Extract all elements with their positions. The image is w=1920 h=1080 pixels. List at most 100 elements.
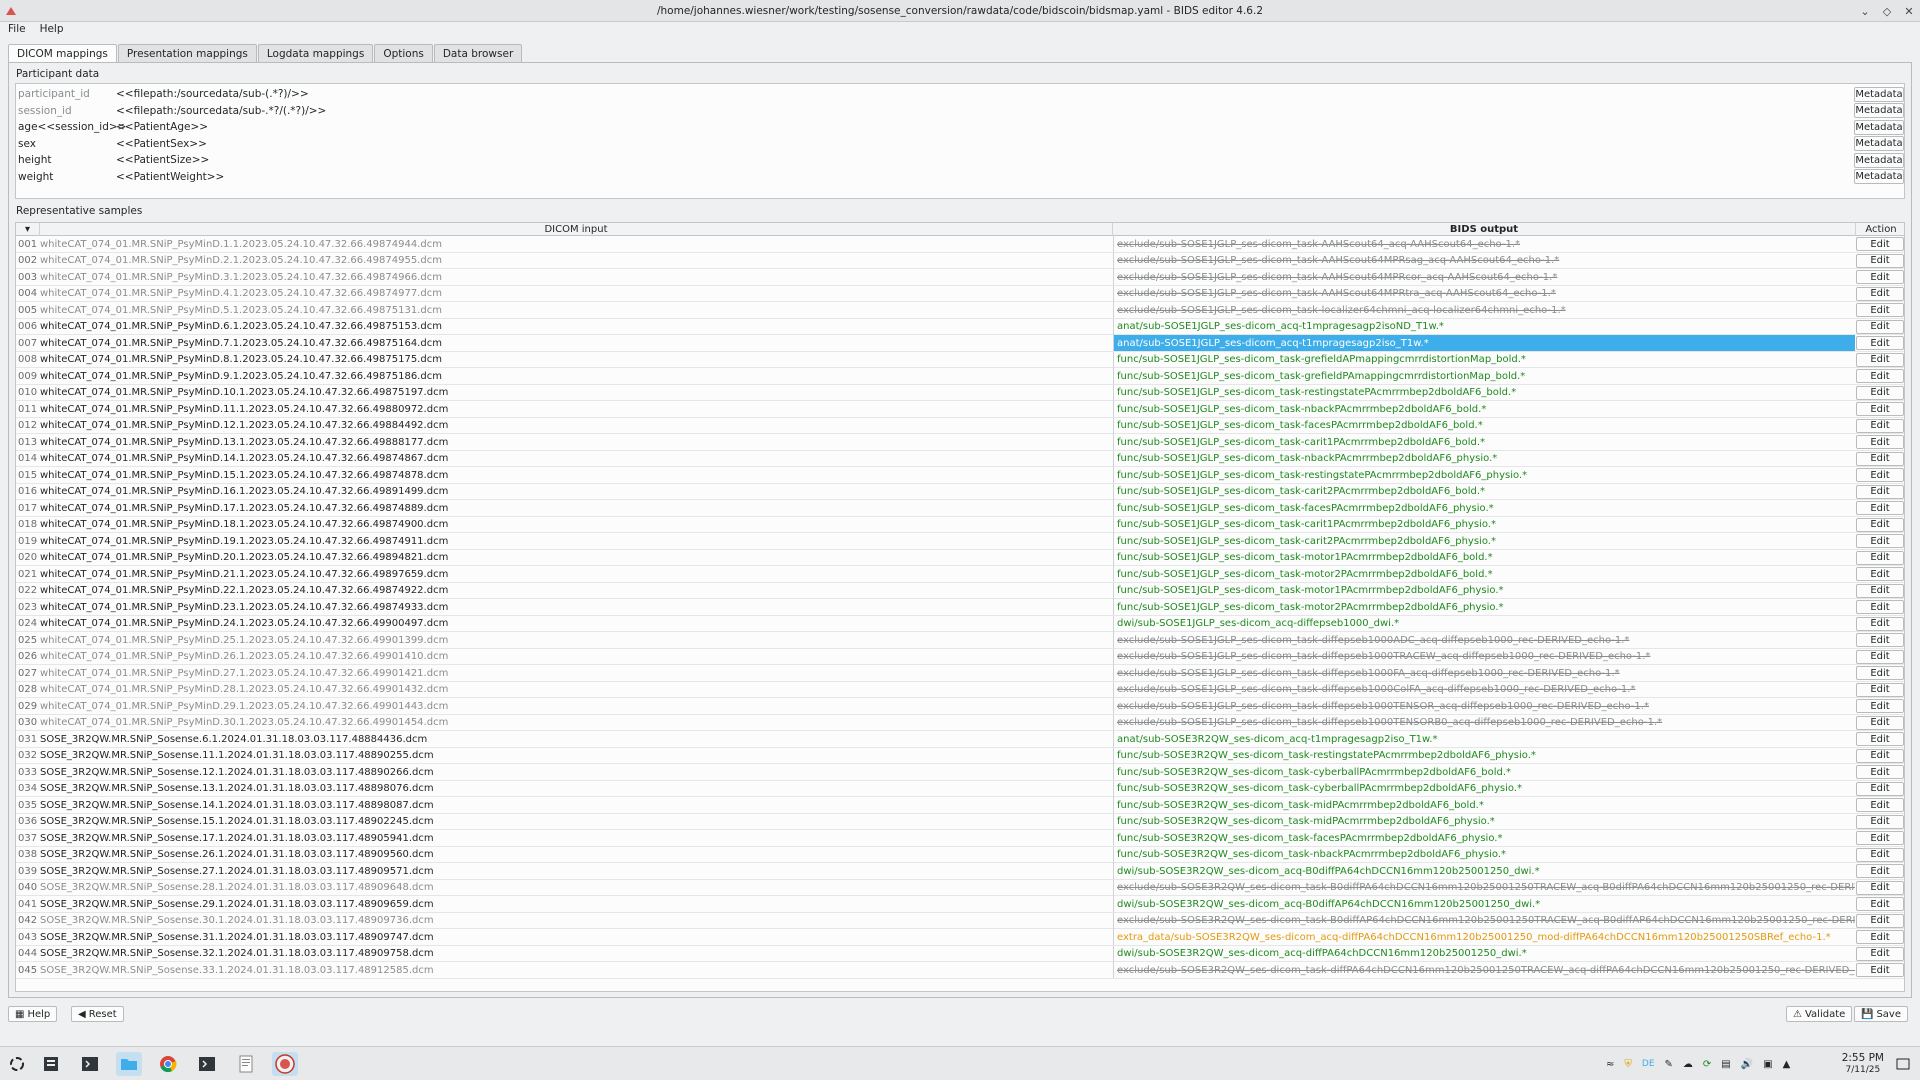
table-row[interactable]: 019 whiteCAT_074_01.MR.SNiP_PsyMinD.19.1.…	[16, 533, 1904, 550]
tab-logdata-mappings[interactable]: Logdata mappings	[257, 44, 374, 62]
participant-value[interactable]: <<filepath:/sourcedata/sub-.*?/(.*?)/>>	[116, 105, 326, 117]
bids-output-cell[interactable]: exclude/sub-SOSE3R2QW_ses-dicom_task-dif…	[1113, 962, 1855, 978]
bids-output-cell[interactable]: func/sub-SOSE3R2QW_ses-dicom_task-midPAc…	[1113, 797, 1855, 813]
table-row[interactable]: 028 whiteCAT_074_01.MR.SNiP_PsyMinD.28.1.…	[16, 681, 1904, 698]
show-desktop-icon[interactable]	[1890, 1052, 1916, 1076]
edit-button[interactable]: Edit	[1856, 765, 1904, 779]
bids-output-cell[interactable]: dwi/sub-SOSE1JGLP_ses-dicom_acq-diffepse…	[1113, 615, 1855, 632]
table-row[interactable]: 029 whiteCAT_074_01.MR.SNiP_PsyMinD.29.1.…	[16, 698, 1904, 715]
bids-output-cell[interactable]: dwi/sub-SOSE3R2QW_ses-dicom_acq-B0diffPA…	[1113, 863, 1855, 879]
table-row[interactable]: 010 whiteCAT_074_01.MR.SNiP_PsyMinD.10.1.…	[16, 384, 1904, 401]
table-row[interactable]: 015 whiteCAT_074_01.MR.SNiP_PsyMinD.15.1.…	[16, 467, 1904, 484]
edit-button[interactable]: Edit	[1856, 913, 1904, 928]
edit-button[interactable]: Edit	[1856, 682, 1904, 697]
table-row[interactable]: 013 whiteCAT_074_01.MR.SNiP_PsyMinD.13.1.…	[16, 434, 1904, 451]
edit-button[interactable]: Edit	[1856, 534, 1904, 548]
edit-button[interactable]: Edit	[1856, 369, 1904, 383]
edit-button[interactable]: Edit	[1856, 319, 1904, 334]
menu-help[interactable]: Help	[40, 23, 64, 35]
table-row[interactable]: 032 SOSE_3R2QW.MR.SNiP_Sosense.11.1.2024.…	[16, 747, 1904, 764]
table-row[interactable]: 043 SOSE_3R2QW.MR.SNiP_Sosense.31.1.2024.…	[16, 929, 1904, 946]
bids-output-cell[interactable]: exclude/sub-SOSE1JGLP_ses-dicom_task-AAH…	[1113, 236, 1855, 252]
bids-output-cell[interactable]: func/sub-SOSE3R2QW_ses-dicom_task-midPAc…	[1113, 813, 1855, 830]
bids-output-cell[interactable]: func/sub-SOSE3R2QW_ses-dicom_task-cyberb…	[1113, 764, 1855, 780]
table-row[interactable]: 042 SOSE_3R2QW.MR.SNiP_Sosense.30.1.2024.…	[16, 912, 1904, 929]
dicom-input-cell[interactable]: whiteCAT_074_01.MR.SNiP_PsyMinD.25.1.202…	[40, 632, 1112, 648]
edit-button[interactable]: Edit	[1856, 567, 1904, 581]
table-row[interactable]: 011 whiteCAT_074_01.MR.SNiP_PsyMinD.11.1.…	[16, 401, 1904, 418]
bids-output-cell[interactable]: dwi/sub-SOSE3R2QW_ses-dicom_acq-B0diffAP…	[1113, 896, 1855, 912]
help-button[interactable]: ▦ Help	[8, 1006, 58, 1022]
expand-tray-icon[interactable]: ▲	[1783, 1059, 1791, 1070]
edit-button[interactable]: Edit	[1856, 253, 1904, 268]
table-row[interactable]: 035 SOSE_3R2QW.MR.SNiP_Sosense.14.1.2024.…	[16, 797, 1904, 814]
table-row[interactable]: 018 whiteCAT_074_01.MR.SNiP_PsyMinD.18.1.…	[16, 516, 1904, 533]
bids-output-cell[interactable]: exclude/sub-SOSE1JGLP_ses-dicom_task-dif…	[1113, 632, 1855, 648]
bids-output-cell[interactable]: exclude/sub-SOSE1JGLP_ses-dicom_task-dif…	[1113, 698, 1855, 714]
edit-button[interactable]: Edit	[1856, 649, 1904, 664]
table-row[interactable]: 027 whiteCAT_074_01.MR.SNiP_PsyMinD.27.1.…	[16, 665, 1904, 682]
validate-button[interactable]: ⚠ Validate	[1786, 1006, 1853, 1022]
bids-output-cell[interactable]: exclude/sub-SOSE3R2QW_ses-dicom_task-B0d…	[1113, 912, 1855, 929]
table-row[interactable]: 033 SOSE_3R2QW.MR.SNiP_Sosense.12.1.2024.…	[16, 764, 1904, 781]
edit-button[interactable]: Edit	[1856, 781, 1904, 796]
dicom-input-cell[interactable]: whiteCAT_074_01.MR.SNiP_PsyMinD.12.1.202…	[40, 418, 1112, 434]
edit-button[interactable]: Edit	[1856, 748, 1904, 763]
sort-indicator-icon[interactable]: ▾	[16, 223, 40, 236]
bids-output-cell[interactable]: exclude/sub-SOSE3R2QW_ses-dicom_task-B0d…	[1113, 879, 1855, 896]
tab-dicom-mappings[interactable]: DICOM mappings	[8, 44, 117, 63]
save-button[interactable]: 💾 Save	[1854, 1006, 1908, 1022]
table-row[interactable]: 002 whiteCAT_074_01.MR.SNiP_PsyMinD.2.1.2…	[16, 252, 1904, 269]
edit-button[interactable]: Edit	[1856, 732, 1904, 746]
edit-button[interactable]: Edit	[1856, 484, 1904, 499]
keyboard-layout[interactable]: DE	[1642, 1059, 1655, 1069]
maximize-icon[interactable]: ◇	[1880, 4, 1894, 18]
dicom-input-cell[interactable]: whiteCAT_074_01.MR.SNiP_PsyMinD.13.1.202…	[40, 434, 1112, 450]
minimize-icon[interactable]: ⌄	[1858, 4, 1872, 18]
bids-output-cell[interactable]: func/sub-SOSE1JGLP_ses-dicom_task-nbackP…	[1113, 401, 1855, 417]
edit-button[interactable]: Edit	[1856, 270, 1904, 284]
bids-output-cell[interactable]: anat/sub-SOSE3R2QW_ses-dicom_acq-t1mprag…	[1113, 731, 1855, 747]
bids-output-cell[interactable]: dwi/sub-SOSE3R2QW_ses-dicom_acq-diffPA64…	[1113, 945, 1855, 962]
table-row[interactable]: 006 whiteCAT_074_01.MR.SNiP_PsyMinD.6.1.2…	[16, 318, 1904, 335]
edit-button[interactable]: Edit	[1856, 715, 1904, 730]
table-row[interactable]: 041 SOSE_3R2QW.MR.SNiP_Sosense.29.1.2024.…	[16, 896, 1904, 913]
table-row[interactable]: 034 SOSE_3R2QW.MR.SNiP_Sosense.13.1.2024.…	[16, 780, 1904, 797]
table-row[interactable]: 001 whiteCAT_074_01.MR.SNiP_PsyMinD.1.1.2…	[16, 236, 1904, 253]
bids-output-cell[interactable]: func/sub-SOSE1JGLP_ses-dicom_task-restin…	[1113, 384, 1855, 401]
edit-button[interactable]: Edit	[1856, 303, 1904, 317]
dicom-input-cell[interactable]: whiteCAT_074_01.MR.SNiP_PsyMinD.1.1.2023…	[40, 236, 1112, 252]
dicom-input-cell[interactable]: SOSE_3R2QW.MR.SNiP_Sosense.15.1.2024.01.…	[40, 814, 1112, 830]
dicom-input-cell[interactable]: SOSE_3R2QW.MR.SNiP_Sosense.11.1.2024.01.…	[40, 748, 1112, 764]
table-row[interactable]: 009 whiteCAT_074_01.MR.SNiP_PsyMinD.9.1.2…	[16, 368, 1904, 385]
dicom-input-cell[interactable]: SOSE_3R2QW.MR.SNiP_Sosense.31.1.2024.01.…	[40, 929, 1112, 945]
clipboard-icon[interactable]: ▤	[1721, 1059, 1730, 1070]
dicom-input-cell[interactable]: SOSE_3R2QW.MR.SNiP_Sosense.26.1.2024.01.…	[40, 847, 1112, 863]
dicom-input-cell[interactable]: whiteCAT_074_01.MR.SNiP_PsyMinD.28.1.202…	[40, 682, 1112, 698]
bids-output-cell[interactable]: anat/sub-SOSE1JGLP_ses-dicom_acq-t1mprag…	[1113, 335, 1855, 351]
bids-output-cell[interactable]: exclude/sub-SOSE1JGLP_ses-dicom_task-dif…	[1113, 714, 1855, 731]
metadata-button[interactable]: Metadata	[1854, 152, 1904, 168]
table-row[interactable]: 037 SOSE_3R2QW.MR.SNiP_Sosense.17.1.2024.…	[16, 830, 1904, 847]
dicom-input-cell[interactable]: whiteCAT_074_01.MR.SNiP_PsyMinD.27.1.202…	[40, 665, 1112, 681]
bids-output-cell[interactable]: func/sub-SOSE1JGLP_ses-dicom_task-carit1…	[1113, 434, 1855, 450]
table-row[interactable]: 023 whiteCAT_074_01.MR.SNiP_PsyMinD.23.1.…	[16, 599, 1904, 616]
table-row[interactable]: 030 whiteCAT_074_01.MR.SNiP_PsyMinD.30.1.…	[16, 714, 1904, 731]
shield-icon[interactable]: ⛨	[1624, 1059, 1632, 1070]
dicom-input-cell[interactable]: SOSE_3R2QW.MR.SNiP_Sosense.14.1.2024.01.…	[40, 797, 1112, 813]
table-row[interactable]: 026 whiteCAT_074_01.MR.SNiP_PsyMinD.26.1.…	[16, 648, 1904, 665]
sync-icon[interactable]: ⟳	[1703, 1059, 1711, 1070]
edit-button[interactable]: Edit	[1856, 897, 1904, 911]
edit-button[interactable]: Edit	[1856, 435, 1904, 449]
participant-value[interactable]: <<PatientAge>>	[116, 121, 208, 133]
bids-output-cell[interactable]: func/sub-SOSE1JGLP_ses-dicom_task-carit1…	[1113, 516, 1855, 533]
table-row[interactable]: 016 whiteCAT_074_01.MR.SNiP_PsyMinD.16.1.…	[16, 483, 1904, 500]
edit-button[interactable]: Edit	[1856, 352, 1904, 367]
metadata-button[interactable]: Metadata	[1854, 86, 1904, 102]
bids-output-cell[interactable]: func/sub-SOSE1JGLP_ses-dicom_task-grefie…	[1113, 368, 1855, 384]
edit-button[interactable]: Edit	[1856, 237, 1904, 251]
dicom-input-cell[interactable]: whiteCAT_074_01.MR.SNiP_PsyMinD.6.1.2023…	[40, 319, 1112, 335]
metadata-button[interactable]: Metadata	[1854, 136, 1904, 151]
edit-button[interactable]: Edit	[1856, 385, 1904, 400]
bids-output-cell[interactable]: func/sub-SOSE1JGLP_ses-dicom_task-motor2…	[1113, 599, 1855, 615]
